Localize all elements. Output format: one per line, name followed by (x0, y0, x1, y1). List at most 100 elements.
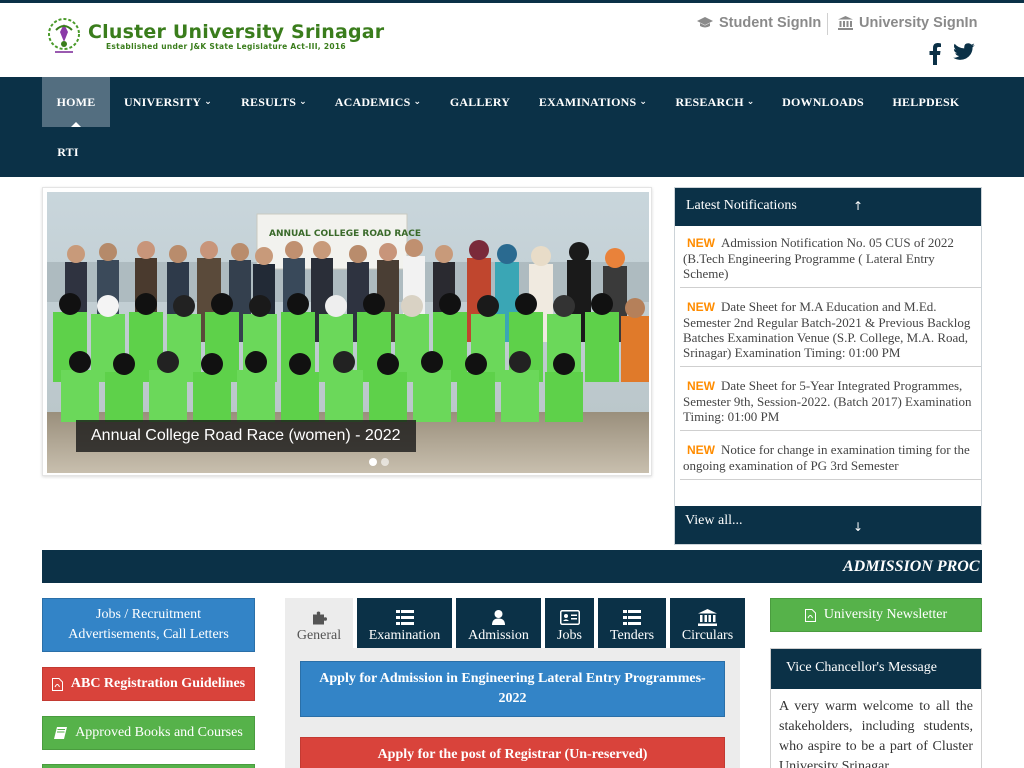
notification-item[interactable]: NEW Admission Notification No. 05 CUS of … (680, 231, 981, 288)
notifications-list: NEW Admission Notification No. 05 CUS of … (680, 231, 981, 487)
notifications-title: Latest Notifications (686, 198, 797, 213)
slide-dot[interactable] (369, 458, 377, 466)
nav-label: HOME (56, 94, 96, 109)
chevron-down-icon: ⌄ (639, 97, 648, 107)
institution-icon (698, 609, 717, 626)
pdf-file-icon (804, 608, 816, 622)
chevron-down-icon: ⌄ (746, 97, 755, 107)
nav-item-results[interactable]: RESULTS ⌄ (234, 77, 314, 127)
twitter-link[interactable] (953, 43, 975, 61)
new-badge: NEW (687, 443, 715, 457)
list-icon (395, 610, 414, 625)
facebook-icon (929, 43, 941, 65)
book-icon (54, 727, 68, 739)
nav-label: HELPDESK (892, 94, 960, 109)
nav-label: GALLERY (449, 94, 511, 109)
notification-text: Notice for change in examination timing … (683, 442, 970, 473)
abc-registration-button[interactable]: ABC Registration Guidelines (42, 667, 255, 701)
arrow-down-icon[interactable]: ↓ (853, 512, 863, 542)
nav-item-rti[interactable]: RTI (50, 127, 86, 177)
student-signin-link[interactable]: Student SignIn (697, 15, 821, 31)
puzzle-icon (312, 611, 327, 625)
tab-admission[interactable]: Admission (456, 598, 541, 648)
tab-label: Tenders (609, 628, 655, 643)
vice-chancellor-message: Vice Chancellor's Message A very warm we… (770, 648, 982, 768)
signin-divider (827, 13, 828, 35)
notifications-header: Latest Notifications ↑ (675, 188, 981, 226)
chevron-down-icon: ⌄ (299, 97, 307, 107)
tab-examination[interactable]: Examination (357, 598, 452, 648)
nav-label: RESULTS (241, 94, 297, 109)
notifications-footer: View all... ↓ (675, 506, 981, 544)
nav-label: ACADEMICS (334, 94, 411, 109)
nav-item-research[interactable]: RESEARCH ⌄ (668, 77, 762, 127)
tab-jobs[interactable]: Jobs (545, 598, 594, 648)
vc-message-title: Vice Chancellor's Message (771, 649, 981, 689)
new-badge: NEW (687, 236, 715, 250)
slide-caption: Annual College Road Race (women) - 2022 (76, 420, 416, 452)
slide-dots (369, 458, 389, 466)
vc-message-text: A very warm welcome to all the stakehold… (779, 699, 973, 768)
arrow-up-icon[interactable]: ↑ (853, 188, 863, 224)
list-icon (623, 610, 641, 625)
abc-registration-label: ABC Registration Guidelines (70, 676, 246, 691)
user-icon (492, 610, 505, 625)
jobs-recruitment-button[interactable]: Jobs / Recruitment Advertisements, Call … (42, 598, 255, 652)
nav-label: RESEARCH (675, 94, 744, 109)
notification-item[interactable]: NEW Date Sheet for M.A Education and M.Ed… (680, 295, 981, 367)
tab-tenders[interactable]: Tenders (598, 598, 666, 648)
nav-item-gallery[interactable]: GALLERY (442, 77, 518, 127)
tab-label: Examination (368, 628, 441, 643)
nav-item-examinations[interactable]: EXAMINATIONS ⌄ (532, 77, 654, 127)
nav-item-university[interactable]: UNIVERSITY ⌄ (118, 77, 218, 127)
new-badge: NEW (687, 300, 715, 314)
notification-text: Admission Notification No. 05 CUS of 202… (683, 235, 954, 281)
nav-label: DOWNLOADS (782, 94, 864, 109)
tab-label: Jobs (557, 628, 582, 643)
graduation-cap-icon (697, 17, 713, 28)
brand-subtitle: Established under J&K State Legislature … (106, 42, 346, 51)
site-header: Cluster University Srinagar Established … (0, 3, 1024, 77)
chevron-down-icon: ⌄ (413, 97, 422, 107)
svg-text:ANNUAL COLLEGE ROAD RACE: ANNUAL COLLEGE ROAD RACE (269, 229, 421, 239)
university-signin-link[interactable]: University SignIn (838, 15, 977, 31)
notification-item[interactable]: NEW Notice for change in examination timi… (680, 438, 981, 480)
notification-item[interactable]: NEW Date Sheet for 5-Year Integrated Prog… (680, 374, 981, 431)
notifications-panel: Latest Notifications ↑ NEW Admission Noti… (674, 187, 982, 545)
brand-title[interactable]: Cluster University Srinagar (88, 21, 384, 43)
university-newsletter-button[interactable]: University Newsletter (770, 598, 982, 632)
university-signin-label: University SignIn (859, 15, 978, 31)
nav-item-downloads[interactable]: DOWNLOADS (776, 77, 870, 127)
tab-label: General (296, 628, 342, 643)
nav-item-home[interactable]: HOME (42, 77, 110, 127)
student-signin-label: Student SignIn (719, 15, 822, 31)
apply-engineering-button[interactable]: Apply for Admission in Engineering Later… (300, 661, 725, 717)
nav-item-academics[interactable]: ACADEMICS ⌄ (328, 77, 428, 127)
news-marquee[interactable]: ADMISSION PROC (42, 550, 982, 583)
tab-label: Admission (468, 628, 529, 643)
twitter-icon (953, 43, 975, 60)
tab-general[interactable]: General (285, 598, 353, 648)
apply-registrar-button[interactable]: Apply for the post of Registrar (Un-rese… (300, 737, 725, 768)
nav-label: EXAMINATIONS (538, 94, 637, 109)
approved-books-label: Approved Books and Courses (75, 725, 243, 740)
notification-text: Date Sheet for M.A Education and M.Ed. S… (683, 299, 971, 360)
newsletter-label: University Newsletter (823, 607, 948, 622)
nav-label: RTI (57, 144, 79, 159)
pdf-file-icon (51, 677, 63, 691)
institution-icon (838, 16, 853, 30)
approved-books-button[interactable]: Approved Books and Courses (42, 716, 255, 750)
notification-text: Date Sheet for 5-Year Integrated Program… (683, 378, 972, 424)
university-logo-icon[interactable] (46, 16, 82, 56)
slide-dot[interactable] (381, 458, 389, 466)
view-all-link[interactable]: View all... (685, 513, 742, 528)
tab-label: Circulars (681, 628, 734, 643)
tab-circulars[interactable]: Circulars (670, 598, 745, 648)
left-extra-button[interactable] (42, 764, 255, 768)
jobs-recruitment-label: Jobs / Recruitment Advertisements, Call … (68, 607, 229, 642)
chevron-down-icon: ⌄ (204, 97, 213, 107)
facebook-link[interactable] (929, 43, 941, 65)
nav-item-helpdesk[interactable]: HELPDESK (886, 77, 966, 127)
nav-label: UNIVERSITY (123, 94, 202, 109)
main-nav: HOME UNIVERSITY ⌄ RESULTS ⌄ ACADEMICS ⌄ GAL… (0, 77, 1024, 177)
